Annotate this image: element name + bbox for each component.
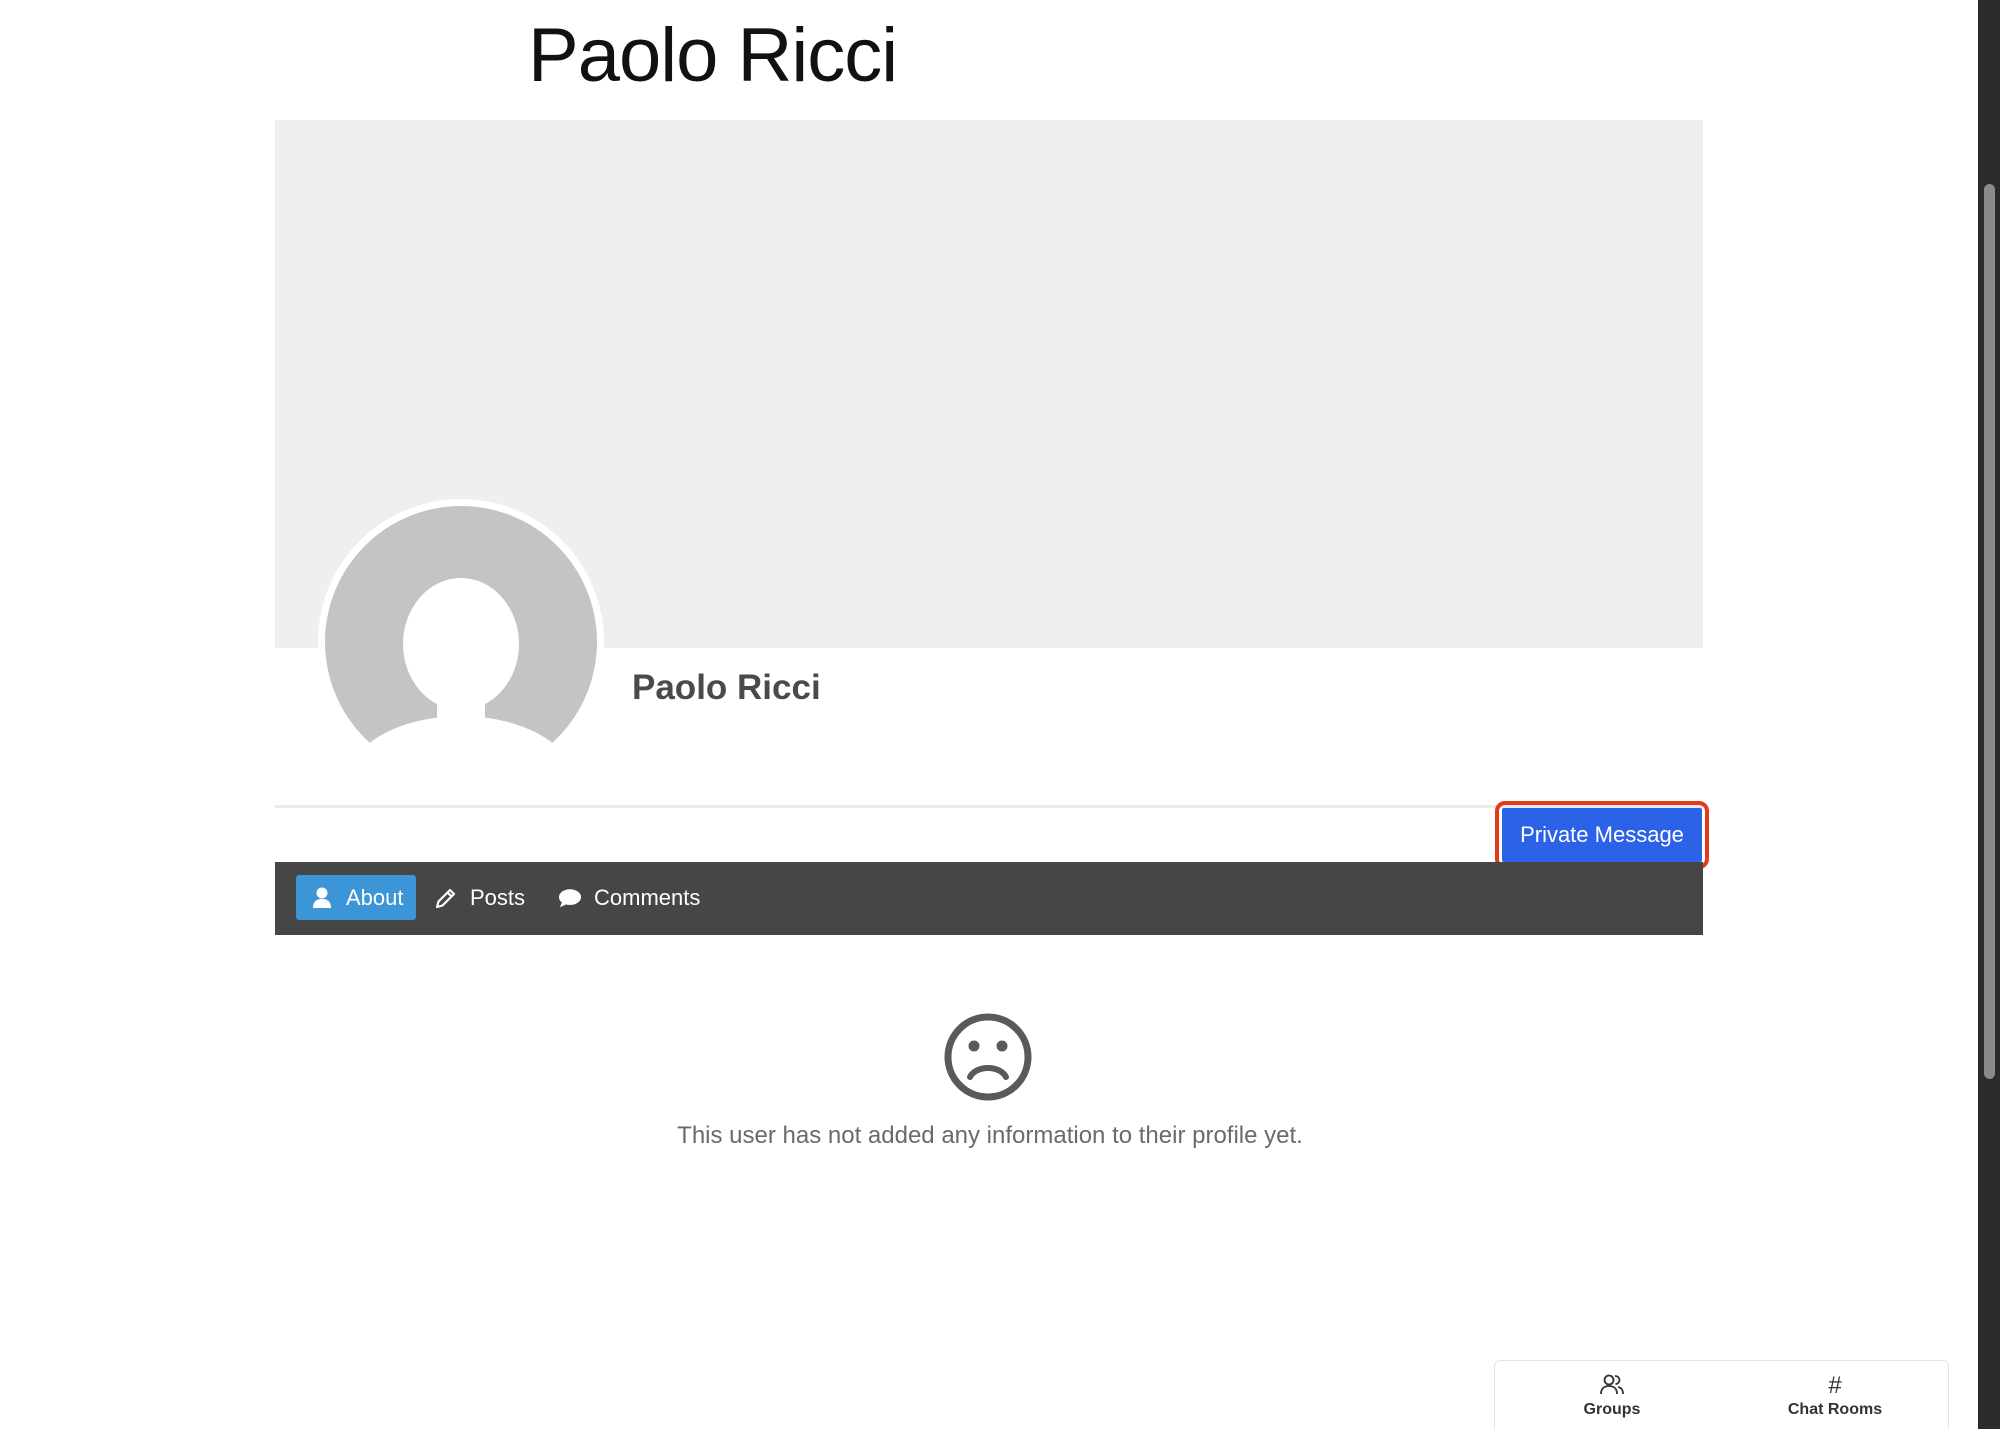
tab-posts-label: Posts <box>470 884 526 910</box>
dock-chat-rooms-button[interactable]: # Chat Rooms <box>1765 1373 1905 1419</box>
comment-icon <box>558 886 582 910</box>
dock-chat-rooms-label: Chat Rooms <box>1787 1401 1883 1418</box>
groups-icon <box>1542 1373 1682 1399</box>
scrollbar-thumb[interactable] <box>1984 184 1995 1079</box>
dock-groups-button[interactable]: Groups <box>1542 1373 1682 1419</box>
empty-profile-message: This user has not added any information … <box>677 1122 1303 1149</box>
private-message-button[interactable]: Private Message <box>1502 808 1702 862</box>
profile-name: Paolo Ricci <box>632 668 821 707</box>
user-icon <box>310 886 334 910</box>
tab-comments-label: Comments <box>594 884 701 910</box>
profile-page: Paolo Ricci Paolo Ricci Private Message … <box>0 0 2000 1429</box>
profile-tab-bar: About Posts Comments <box>275 862 1703 935</box>
hash-icon: # <box>1828 1372 1842 1399</box>
avatar <box>318 499 604 785</box>
pencil-icon <box>434 886 458 910</box>
sad-face-icon <box>943 1012 1033 1102</box>
tab-about-label: About <box>346 884 404 910</box>
avatar-placeholder-icon <box>325 506 597 778</box>
divider <box>275 805 1703 808</box>
dock-groups-label: Groups <box>1583 1401 1641 1418</box>
tab-comments[interactable]: Comments <box>558 875 700 920</box>
tab-about[interactable]: About <box>296 875 416 920</box>
bottom-dock: Groups # Chat Rooms <box>1494 1360 1949 1429</box>
tab-posts[interactable]: Posts <box>434 875 525 920</box>
page-title: Paolo Ricci <box>528 13 898 98</box>
